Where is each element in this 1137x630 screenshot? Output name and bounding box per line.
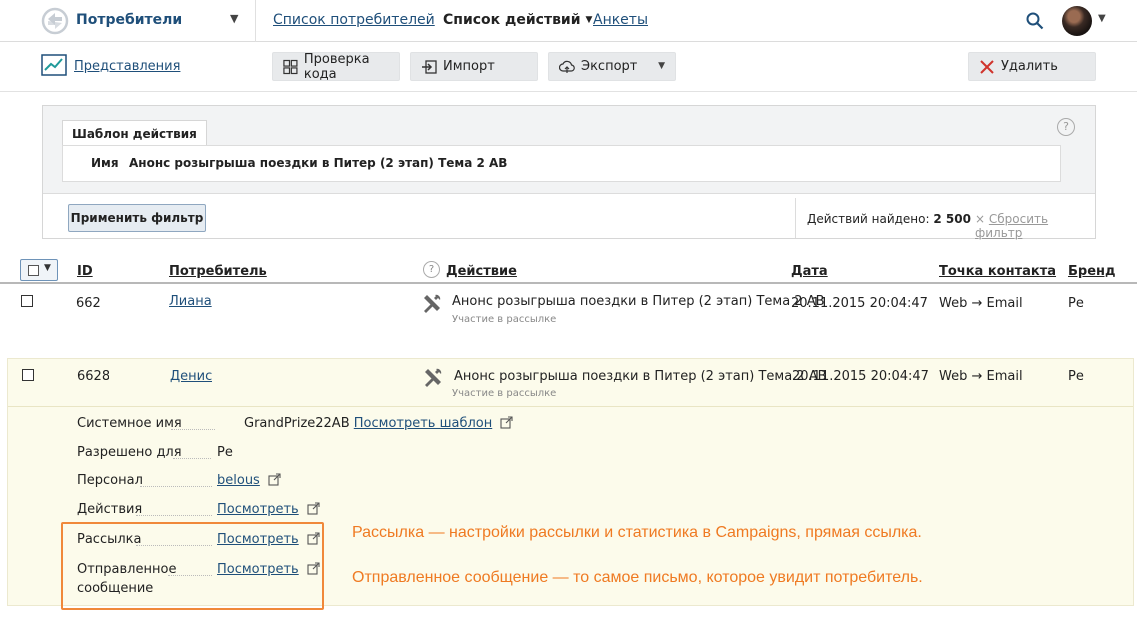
detail-value-staff: belous [217,473,281,488]
found-value: 2 500 [933,212,971,226]
column-header-date[interactable]: Дата [791,264,828,279]
toolbar: Представления Проверка кода Импорт Экспо… [0,42,1137,92]
app-logo-icon[interactable] [40,6,70,36]
system-name-value: GrandPrize22AB [244,416,350,431]
view-template-link[interactable]: Посмотреть шаблон [354,416,492,431]
dotted-leader [173,458,211,459]
tools-icon [425,368,442,387]
detail-value-allowed: Ре [217,445,233,460]
app-title[interactable]: Потребители [76,12,182,28]
select-all-dropdown[interactable]: ▼ [20,259,58,281]
row-checkbox[interactable] [22,369,34,381]
nav-consumers-list[interactable]: Список потребителей [273,12,435,28]
row-id: 6628 [77,369,109,384]
search-icon[interactable] [1026,12,1044,30]
row-contact-point: Web → Email [939,369,1023,384]
actions-view-link[interactable]: Посмотреть [217,502,299,517]
delete-button[interactable]: Удалить [968,52,1096,81]
views-chart-icon[interactable] [41,54,67,76]
column-header-consumer[interactable]: Потребитель [169,264,267,279]
row-brand: Ре [1068,369,1084,384]
external-link-icon[interactable] [307,502,320,515]
row-date: 20.11.2015 20:04:47 [791,296,928,311]
detail-value-system-name: GrandPrize22AB Посмотреть шаблон [244,416,513,431]
filter-body: Шаблон действия Имя Анонс розыгрыша поез… [43,106,1095,194]
nav-surveys[interactable]: Анкеты [593,12,648,28]
highlight-box [61,522,324,610]
row-consumer-link[interactable]: Денис [170,369,212,384]
nav-actions-list[interactable]: Список действий ▼ [443,12,592,28]
tools-icon [424,294,441,313]
chevron-down-icon[interactable]: ▼ [230,12,238,25]
check-code-button[interactable]: Проверка кода [272,51,400,82]
cloud-upload-icon [559,60,575,73]
delete-label: Удалить [1001,59,1058,74]
dotted-leader [140,486,212,487]
divider [795,198,796,238]
check-code-label: Проверка кода [303,51,370,82]
divider [255,0,256,42]
column-header-action[interactable]: Действие [446,264,517,279]
help-icon[interactable]: ? [423,261,440,278]
filter-name-label: Имя [91,156,119,170]
detail-label-allowed: Разрешено для [77,445,182,460]
staff-link[interactable]: belous [217,473,260,488]
column-header-contact[interactable]: Точка контакта [939,264,1056,279]
chevron-down-icon: ▼ [585,15,593,25]
row-action: Анонс розыгрыша поездки в Питер (2 этап)… [454,369,827,384]
export-button[interactable]: Экспорт ▼ [548,52,676,81]
chevron-down-icon[interactable]: ▼ [1098,13,1106,24]
filter-name-value: Анонс розыгрыша поездки в Питер (2 этап)… [129,156,508,170]
filter-tab-action-template[interactable]: Шаблон действия [62,120,207,146]
annotation-sent-message: Отправленное сообщение — то самое письмо… [352,569,923,586]
select-all-checkbox[interactable] [28,265,39,276]
apply-filter-button[interactable]: Применить фильтр [68,204,206,232]
external-link-icon[interactable] [500,416,513,429]
table-header: ▼ ID Потребитель ? Действие Дата Точка к… [0,256,1137,284]
reset-filter-label: Сбросить фильтр [975,212,1049,240]
chevron-down-icon[interactable]: ▼ [658,61,665,71]
row-contact-point: Web → Email [939,296,1023,311]
grid-icon [283,59,298,74]
filter-condition[interactable]: Имя Анонс розыгрыша поездки в Питер (2 э… [62,145,1061,182]
close-icon [980,59,994,74]
detail-label-staff: Персонал [77,473,143,488]
chevron-down-icon[interactable]: ▼ [44,263,51,273]
avatar[interactable] [1062,6,1092,36]
divider [8,406,1133,407]
row-checkbox[interactable] [21,295,33,307]
column-header-brand[interactable]: Бренд [1068,264,1116,279]
row-date: 20.11.2015 20:04:47 [792,369,929,384]
row-id: 662 [76,296,100,311]
table-row[interactable]: 662 Лиана Анонс розыгрыша поездки в Пите… [0,286,1137,346]
dotted-leader [136,515,212,516]
row-action: Анонс розыгрыша поездки в Питер (2 этап)… [452,294,825,309]
row-action-type: Участие в рассылке [452,388,557,399]
export-label: Экспорт [581,59,638,74]
found-label: Действий найдено: [807,212,930,226]
views-link[interactable]: Представления [74,59,180,74]
found-count: Действий найдено: 2 500 [807,212,971,226]
detail-label-system-name: Системное имя [77,416,182,431]
column-header-id[interactable]: ID [77,264,93,279]
import-label: Импорт [443,59,495,74]
external-link-icon[interactable] [268,473,281,486]
help-icon[interactable]: ? [1057,118,1075,136]
row-brand: Ре [1068,296,1084,311]
detail-value-actions: Посмотреть [217,502,320,517]
annotation-mailing: Рассылка — настройки рассылки и статисти… [352,524,922,541]
filter-panel: Шаблон действия Имя Анонс розыгрыша поез… [42,105,1096,240]
dotted-leader [171,429,215,430]
top-bar: Потребители ▼ Список потребителей Список… [0,0,1137,42]
row-consumer-link[interactable]: Лиана [169,294,212,309]
detail-label-actions: Действия [77,502,143,517]
import-button[interactable]: Импорт [410,52,538,81]
import-icon [422,59,437,74]
reset-filter-link[interactable]: × Сбросить фильтр [975,212,1095,240]
row-action-type: Участие в рассылке [452,314,557,325]
